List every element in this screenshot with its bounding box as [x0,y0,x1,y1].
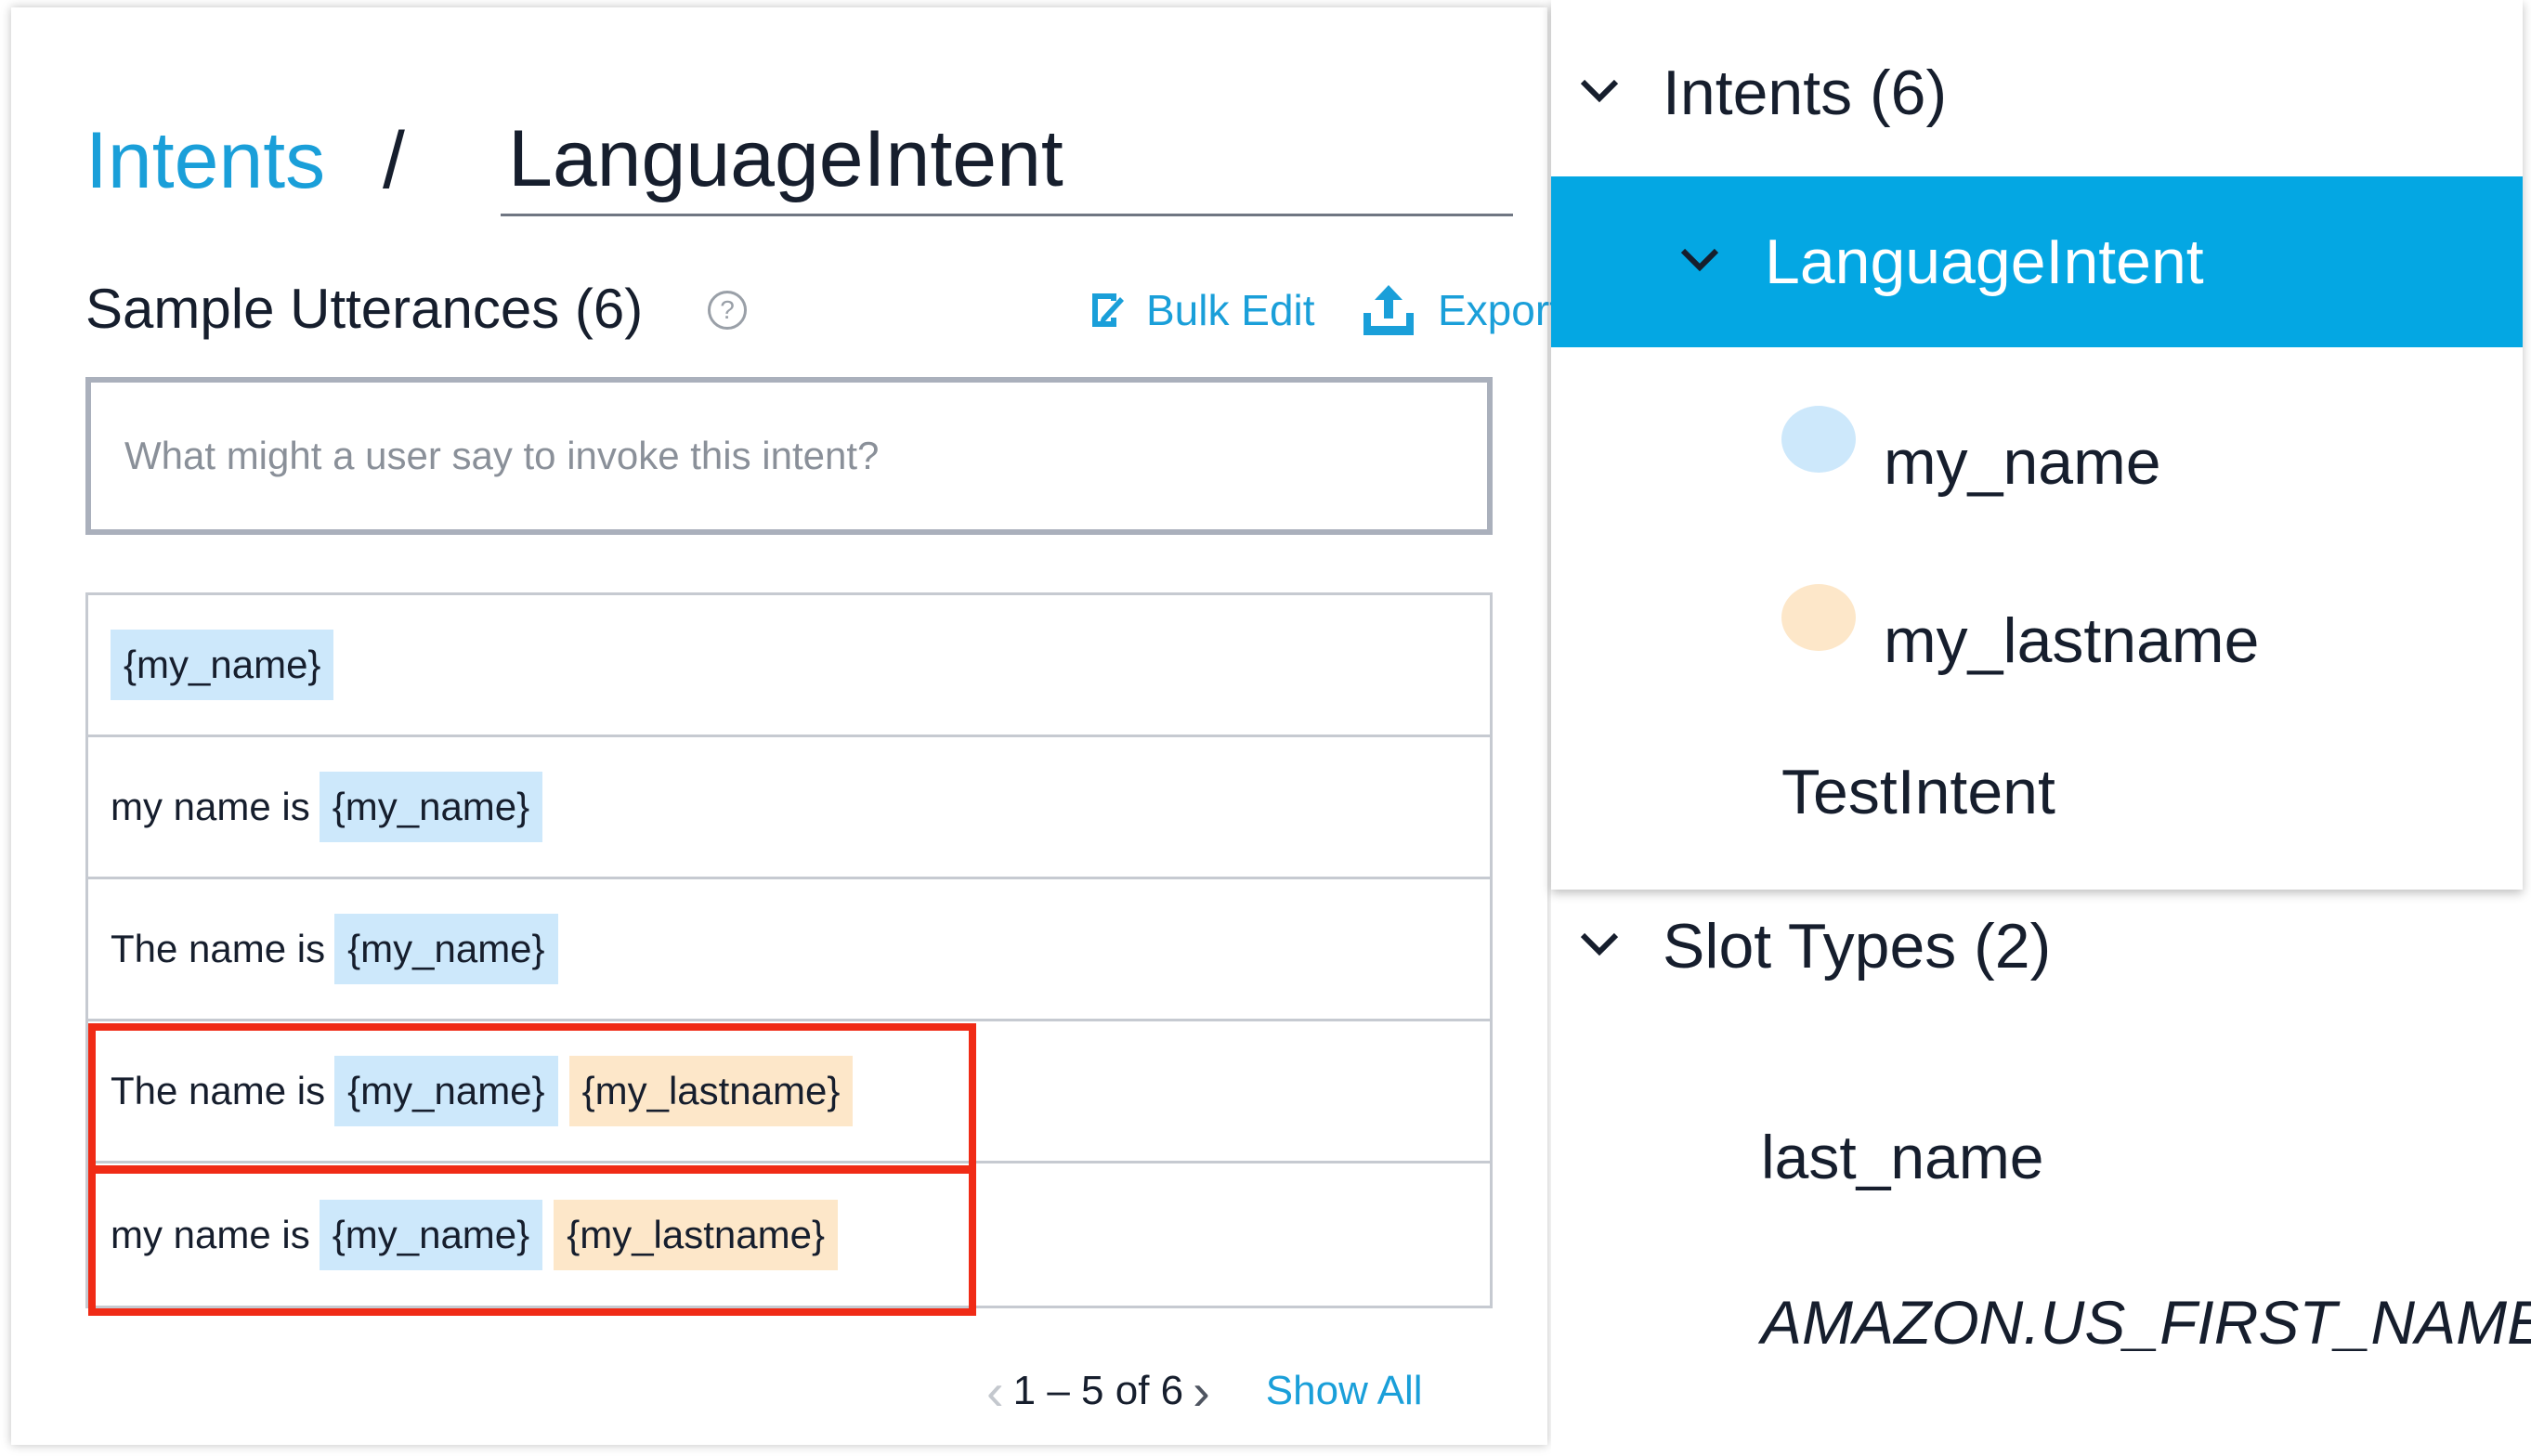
slot-types-section-label: Slot Types (2) [1663,911,2052,982]
breadcrumb-intents-link[interactable]: Intents [85,105,325,216]
breadcrumb-separator: / [383,116,405,205]
sidebar-item-testintent[interactable]: TestIntent [1551,713,2523,871]
slot-token-my-name[interactable]: {my_name} [334,914,558,984]
utterance-row-highlighted[interactable]: my name is {my_name} {my_lastname} [88,1164,1490,1316]
chevron-down-icon[interactable] [1579,931,1620,962]
slot-token-my-lastname[interactable]: {my_lastname} [568,1056,854,1126]
slot-color-dot [1781,406,1856,473]
sidebar-item-label: TestIntent [1781,757,2055,827]
bulk-edit-button[interactable]: Bulk Edit [1089,275,1315,345]
sidebar-slot-my-lastname[interactable]: my_lastname [1551,529,2523,706]
navigation-sidebar: Intents (6) LanguageIntent my_name my_la… [1551,0,2531,1456]
intents-tree: Intents (6) LanguageIntent my_name my_la… [1551,0,2523,890]
sidebar-slot-label: my_lastname [1884,605,2260,676]
sidebar-item-label: AMAZON.US_FIRST_NAME [1761,1288,2531,1357]
sidebar-slot-label: my_name [1884,427,2161,498]
breadcrumb: Intents / [85,105,1513,216]
slot-token-my-name[interactable]: {my_name} [111,630,334,700]
slot-token-my-name[interactable]: {my_name} [319,1199,543,1270]
sample-utterances-header: Sample Utterances (6) ? Bulk Edit Export [85,267,1561,351]
chevron-down-icon[interactable] [1679,247,1720,278]
utterance-row[interactable]: {my_name} [88,595,1490,737]
utterance-text: my name is [111,785,310,828]
slot-token-my-name[interactable]: {my_name} [319,772,543,842]
intents-section-label: Intents (6) [1663,58,1948,128]
utterance-row[interactable]: my name is {my_name} [88,737,1490,879]
intent-name-field[interactable] [501,105,1513,216]
slot-token-my-lastname[interactable]: {my_lastname} [554,1199,839,1270]
export-label: Export [1438,286,1561,334]
sidebar-item-label: last_name [1761,1123,2044,1191]
utterance-text: The name is [111,927,326,970]
sample-utterances-title: Sample Utterances (6) [85,278,644,340]
sidebar-item-amazon-us-first-name[interactable]: AMAZON.US_FIRST_NAME [1551,1257,2531,1387]
utterance-text: my name is [111,1212,310,1256]
intent-editor-panel: Intents / Sample Utterances (6) ? Bulk E… [11,7,1561,1445]
upload-icon [1360,283,1417,337]
utterance-input[interactable] [85,377,1493,535]
utterance-row-highlighted[interactable]: The name is {my_name} {my_lastname} [88,1021,1490,1174]
chevron-down-icon[interactable] [1579,78,1620,109]
chevron-right-icon[interactable]: › [1193,1361,1210,1422]
slot-types-section-header[interactable]: Slot Types (2) [1551,910,2523,982]
bulk-edit-label: Bulk Edit [1146,286,1315,334]
utterance-text: The name is [111,1069,326,1112]
sidebar-item-languageintent[interactable]: LanguageIntent [1551,176,2523,347]
sidebar-item-label: LanguageIntent [1765,227,2204,297]
slot-color-dot [1781,584,1856,651]
chevron-left-icon[interactable]: ‹ [986,1361,1004,1422]
help-icon[interactable]: ? [708,291,747,330]
utterance-row[interactable]: The name is {my_name} [88,879,1490,1021]
intents-section-header[interactable]: Intents (6) [1551,19,2523,167]
slot-token-my-name[interactable]: {my_name} [334,1056,558,1126]
utterance-list: {my_name} my name is {my_name} The name … [85,592,1493,1316]
bulk-edit-icon [1089,290,1126,331]
pagination: ‹ 1 – 5 of 6 › Show All [986,1354,1469,1428]
sidebar-item-last-name[interactable]: last_name [1551,1092,2523,1222]
sidebar-slot-my-name[interactable]: my_name [1551,351,2523,527]
show-all-link[interactable]: Show All [1266,1368,1423,1414]
export-button[interactable]: Export [1360,275,1561,345]
page-info: 1 – 5 of 6 [1012,1368,1184,1413]
